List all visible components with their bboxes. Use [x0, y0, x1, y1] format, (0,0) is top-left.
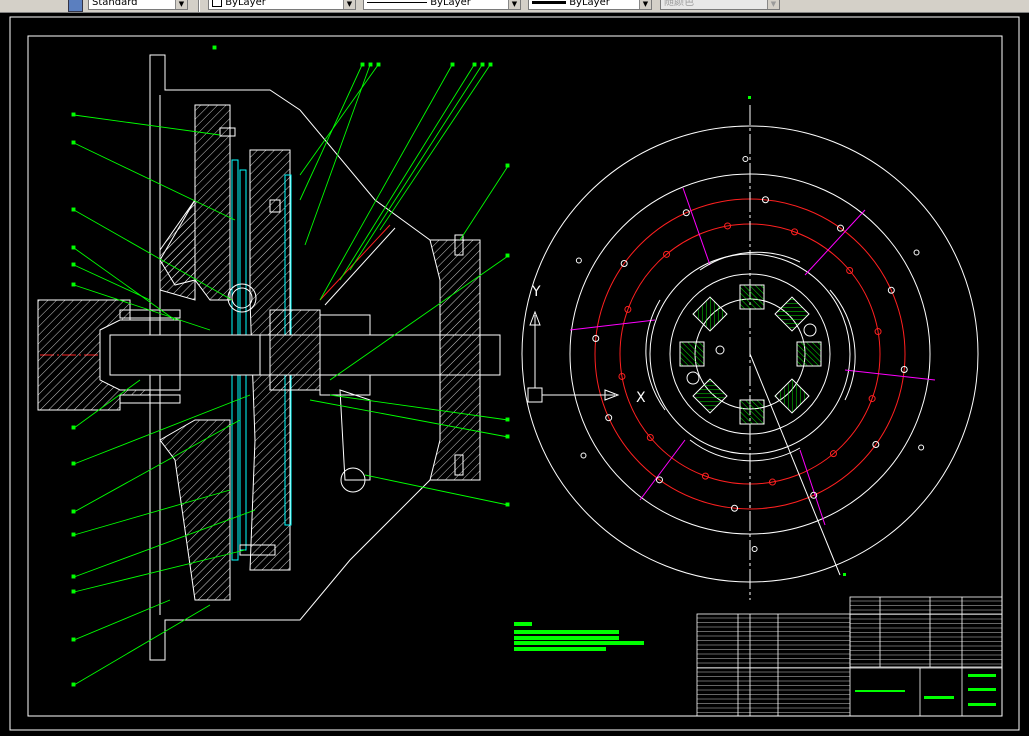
lineweight-preview	[532, 0, 566, 4]
linetype-preview	[367, 1, 427, 3]
clutch-front-view	[521, 96, 979, 600]
y-axis-icon: Y	[531, 284, 541, 300]
lineweight-control-dropdown[interactable]: ByLayer ▼	[528, 0, 652, 10]
text-style-dropdown[interactable]: Standard ▼	[88, 0, 188, 10]
linetype-control-value: ByLayer	[430, 0, 471, 8]
toolbar-separator	[198, 0, 200, 12]
title-block-fill	[855, 674, 996, 706]
dropdown-arrow-icon[interactable]: ▼	[175, 0, 187, 9]
bolt-hole	[742, 156, 749, 163]
bolt-hole	[913, 249, 920, 256]
dropdown-arrow-icon[interactable]: ▼	[639, 0, 651, 9]
x-axis-icon: X	[636, 390, 646, 406]
dropdown-arrow-icon[interactable]: ▼	[343, 0, 355, 9]
text-style-value: Standard	[92, 0, 138, 8]
color-control-value: ByLayer	[225, 0, 266, 8]
drawing-canvas[interactable]: Y X	[0, 12, 1029, 736]
dropdown-arrow-icon[interactable]: ▼	[767, 0, 779, 9]
lineweight-control-value: ByLayer	[569, 0, 610, 8]
layer-color-swatch-icon	[212, 0, 222, 7]
ucs-icon: Y X	[527, 284, 646, 406]
technical-requirements-block	[514, 622, 644, 651]
plotstyle-control-value: 随颜色	[664, 0, 694, 8]
linetype-control-dropdown[interactable]: ByLayer ▼	[363, 0, 521, 10]
clutch-section-view	[37, 54, 501, 661]
title-block	[696, 596, 1003, 717]
color-control-dropdown[interactable]: ByLayer ▼	[208, 0, 356, 10]
dropdown-arrow-icon[interactable]: ▼	[508, 0, 520, 9]
bolt-hole	[575, 257, 582, 264]
plotstyle-control-dropdown[interactable]: 随颜色 ▼	[660, 0, 780, 10]
textstyle-icon[interactable]	[68, 0, 83, 12]
bolt-hole	[918, 444, 925, 451]
bolt-hole	[580, 452, 587, 459]
bolt-hole	[751, 545, 758, 552]
